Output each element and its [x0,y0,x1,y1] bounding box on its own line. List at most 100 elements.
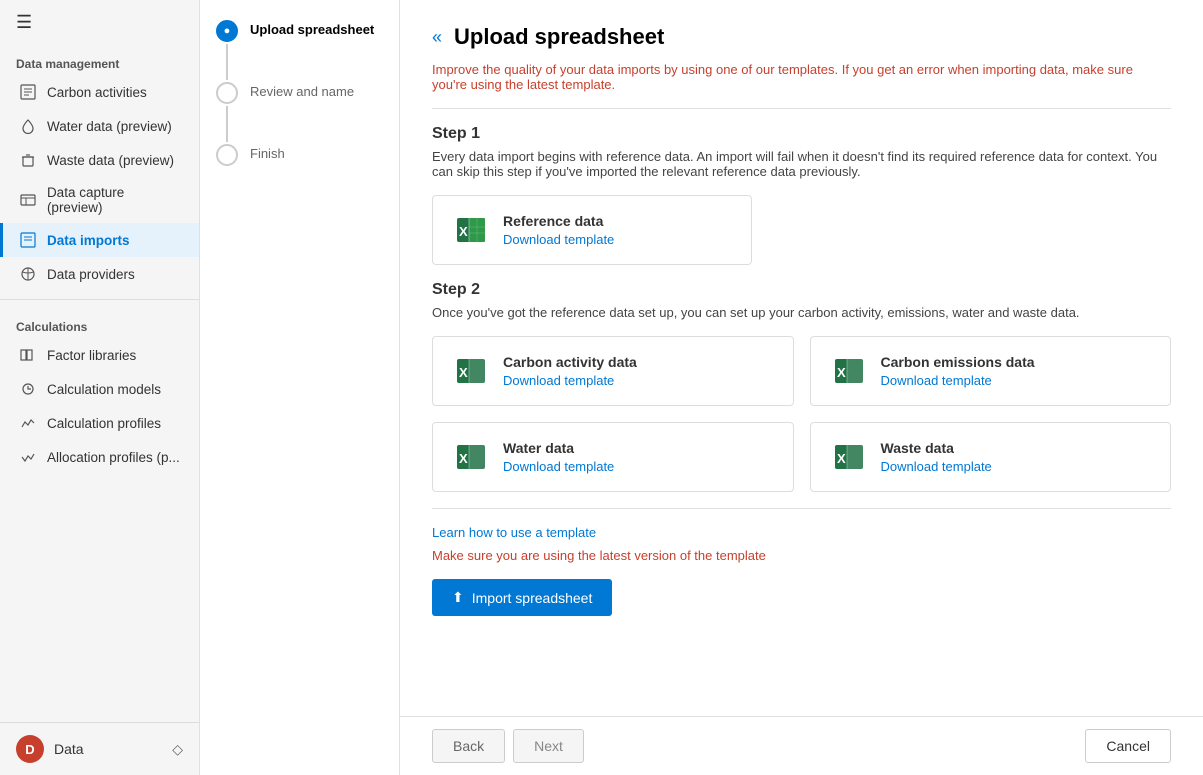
carbon-activities-icon [19,83,37,101]
sidebar-item-label: Calculation profiles [47,416,161,431]
excel-icon-water: X [453,439,489,475]
main-content: « Upload spreadsheet Improve the quality… [400,0,1203,775]
excel-icon-reference: X [453,212,489,248]
footer: Back Next Cancel [400,716,1203,775]
sidebar-item-label: Allocation profiles (p... [47,450,180,465]
divider [432,508,1171,509]
water-data-title: Water data [503,440,614,456]
step-review-label: Review and name [250,82,354,99]
avatar: D [16,735,44,763]
reference-data-content: Reference data Download template [503,213,614,247]
hamburger-icon[interactable]: ☰ [0,0,199,45]
import-spreadsheet-button[interactable]: ⬆ Import spreadsheet [432,579,612,616]
page-header: « Upload spreadsheet [432,24,1171,50]
sidebar-item-waste-data[interactable]: Waste data (preview) [0,143,199,177]
carbon-emissions-data-card[interactable]: X Carbon emissions data Download templat… [810,336,1172,406]
reference-data-link[interactable]: Download template [503,232,614,247]
sidebar-item-water-data[interactable]: Water data (preview) [0,109,199,143]
waste-data-icon [19,151,37,169]
step-upload-label: Upload spreadsheet [250,20,374,37]
svg-text:X: X [459,451,468,466]
sidebar-bottom-user[interactable]: D Data ◇ [0,722,199,775]
footer-left-buttons: Back Next [432,729,584,763]
water-data-link[interactable]: Download template [503,459,614,474]
sidebar-item-data-capture[interactable]: Data capture (preview) [0,177,199,223]
step1-description: Every data import begins with reference … [432,149,1171,179]
next-button[interactable]: Next [513,729,584,763]
import-button-label: Import spreadsheet [472,590,593,606]
step2-cards-grid: X Carbon activity data Download template [432,336,1171,492]
data-management-label: Data management [0,45,199,75]
content-body: « Upload spreadsheet Improve the quality… [400,0,1203,716]
sidebar-item-carbon-activities[interactable]: Carbon activities [0,75,199,109]
warning-text: Make sure you are using the latest versi… [432,548,1171,563]
calculations-label: Calculations [0,308,199,338]
step2-description: Once you've got the reference data set u… [432,305,1171,320]
sidebar-item-label: Calculation models [47,382,161,397]
step-upload-circle: ● [216,20,238,42]
sidebar-item-label: Carbon activities [47,85,147,100]
sidebar-item-calculation-profiles[interactable]: Calculation profiles [0,406,199,440]
step-review-circle [216,82,238,104]
step-finish-circle [216,144,238,166]
data-providers-icon [19,265,37,283]
carbon-activity-content: Carbon activity data Download template [503,354,637,388]
step-finish: Finish [216,144,383,166]
step-finish-label: Finish [250,144,285,161]
carbon-activity-link[interactable]: Download template [503,373,637,388]
svg-text:X: X [837,365,846,380]
sidebar-item-factor-libraries[interactable]: Factor libraries [0,338,199,372]
learn-template-link[interactable]: Learn how to use a template [432,525,1171,540]
sidebar-item-label: Factor libraries [47,348,136,363]
data-capture-icon [19,191,37,209]
carbon-activity-title: Carbon activity data [503,354,637,370]
sidebar-item-calculation-models[interactable]: Calculation models [0,372,199,406]
cancel-button[interactable]: Cancel [1085,729,1171,763]
factor-libraries-icon [19,346,37,364]
step-upload-indicator: ● [216,20,238,82]
water-data-content: Water data Download template [503,440,614,474]
step1-heading: Step 1 [432,125,1171,143]
page-title: Upload spreadsheet [454,24,664,50]
excel-icon-carbon-activity: X [453,353,489,389]
reference-data-title: Reference data [503,213,614,229]
waste-data-title: Waste data [881,440,992,456]
reference-data-card[interactable]: X Reference data Download template [432,195,752,265]
calculation-models-icon [19,380,37,398]
chevron-icon: ◇ [172,741,183,758]
info-banner: Improve the quality of your data imports… [432,62,1171,109]
svg-text:X: X [459,365,468,380]
sidebar-item-label: Water data (preview) [47,119,172,134]
step1-section: Step 1 Every data import begins with ref… [432,125,1171,265]
carbon-emissions-title: Carbon emissions data [881,354,1035,370]
back-button[interactable]: Back [432,729,505,763]
step-review-indicator [216,82,238,144]
excel-icon-waste: X [831,439,867,475]
carbon-emissions-content: Carbon emissions data Download template [881,354,1035,388]
calculation-profiles-icon [19,414,37,432]
sidebar: ☰ Data management Carbon activities Wate… [0,0,200,775]
waste-data-card[interactable]: X Waste data Download template [810,422,1172,492]
sidebar-item-data-imports[interactable]: Data imports [0,223,199,257]
water-data-card[interactable]: X Water data Download template [432,422,794,492]
sidebar-item-label: Waste data (preview) [47,153,174,168]
waste-data-link[interactable]: Download template [881,459,992,474]
sidebar-item-label: Data providers [47,267,135,282]
carbon-emissions-link[interactable]: Download template [881,373,1035,388]
allocation-profiles-icon [19,448,37,466]
step-review: Review and name [216,82,383,144]
carbon-activity-data-card[interactable]: X Carbon activity data Download template [432,336,794,406]
step-line-2 [226,106,228,142]
sidebar-item-allocation-profiles[interactable]: Allocation profiles (p... [0,440,199,474]
svg-text:X: X [459,224,468,239]
excel-icon-carbon-emissions: X [831,353,867,389]
back-arrow-icon[interactable]: « [432,27,442,48]
step-finish-indicator [216,144,238,166]
sidebar-item-label: Data capture (preview) [47,185,183,215]
sidebar-item-data-providers[interactable]: Data providers [0,257,199,291]
upload-icon: ⬆ [452,589,464,606]
sidebar-divider [0,299,199,300]
step-upload: ● Upload spreadsheet [216,20,383,82]
svg-text:X: X [837,451,846,466]
data-imports-icon [19,231,37,249]
